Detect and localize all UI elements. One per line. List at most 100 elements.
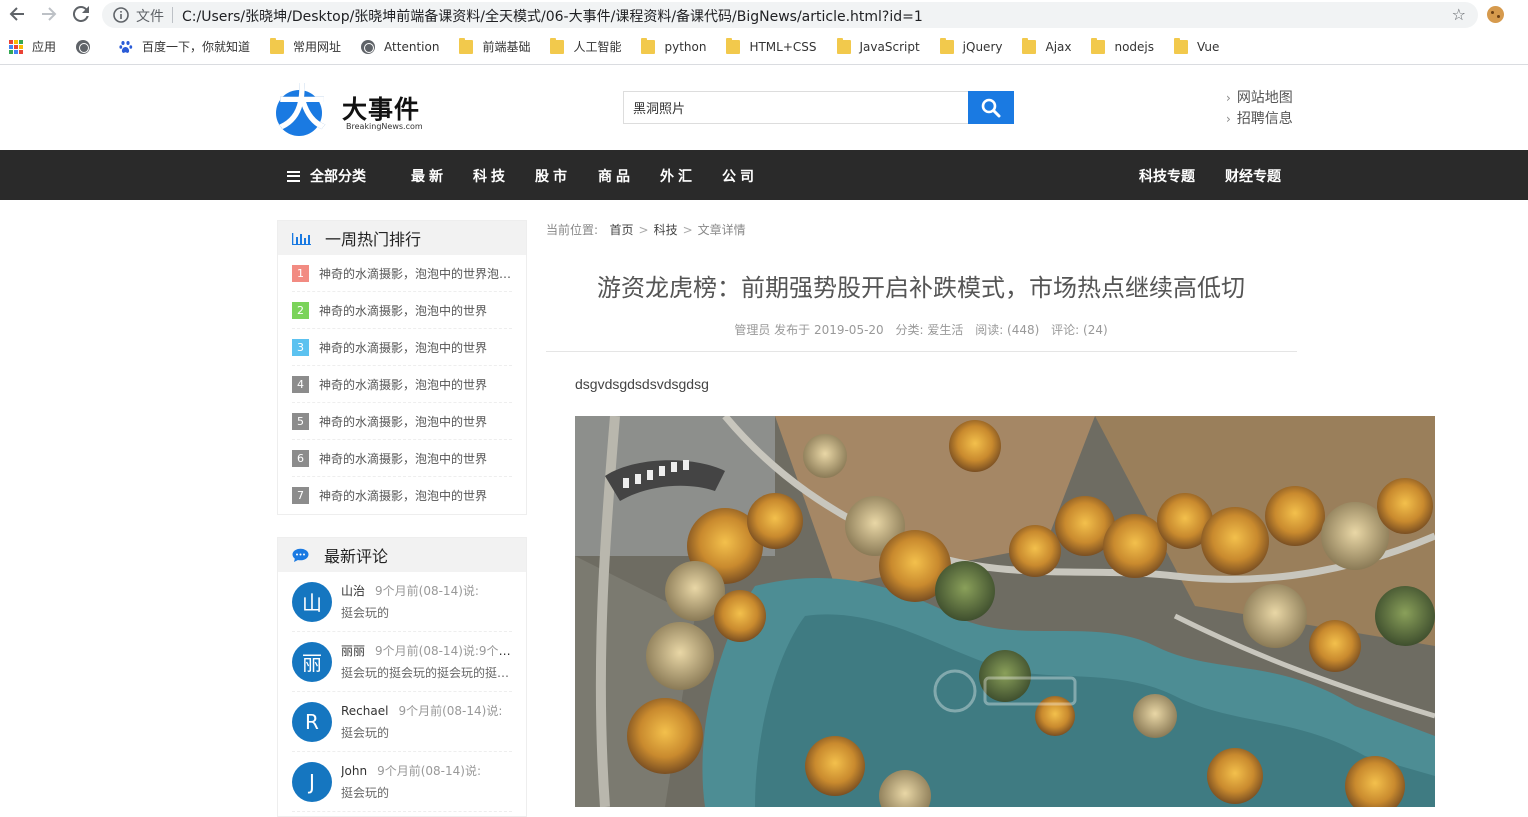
hot-ranking-item[interactable]: 1 神奇的水滴摄影，泡泡中的世界泡泡中的世界	[292, 255, 512, 292]
bookmark-star-icon[interactable]: ☆	[1452, 5, 1466, 24]
bookmark-12[interactable]: nodejs	[1091, 37, 1154, 54]
globe-icon	[76, 39, 91, 54]
bookmark-7[interactable]: python	[641, 37, 706, 54]
nav-item-company[interactable]: 公司	[722, 166, 758, 186]
comment-text: 挺会玩的	[341, 726, 390, 740]
folder-icon	[726, 37, 741, 54]
rank-number-badge: 6	[292, 449, 309, 467]
comment-item[interactable]: R Rechael 9个月前(08-14)说: 挺会玩的	[292, 692, 512, 752]
hot-ranking-link[interactable]: 神奇的水滴摄影，泡泡中的世界	[319, 302, 487, 319]
hot-ranking-item[interactable]: 6 神奇的水滴摄影，泡泡中的世界	[292, 440, 512, 477]
avatar[interactable]: 山	[292, 581, 332, 622]
reload-icon[interactable]	[70, 3, 92, 25]
bookmark-5[interactable]: 前端基础	[459, 37, 531, 55]
rank-number-badge: 3	[292, 338, 309, 356]
header-links: › 网站地图 › 招聘信息	[1226, 88, 1293, 130]
hot-ranking-link[interactable]: 神奇的水滴摄影，泡泡中的世界泡泡中的世界	[319, 265, 512, 282]
comment-body: John 9个月前(08-14)说: 挺会玩的	[341, 762, 511, 801]
hot-ranking-item[interactable]: 4 神奇的水滴摄影，泡泡中的世界	[292, 366, 512, 403]
search-input[interactable]	[624, 92, 969, 123]
hot-ranking-item[interactable]: 5 神奇的水滴摄影，泡泡中的世界	[292, 403, 512, 440]
bookmark-3[interactable]: 常用网址	[270, 37, 342, 55]
back-arrow-icon[interactable]	[6, 3, 28, 25]
rank-number-badge: 5	[292, 412, 309, 430]
hot-ranking-link[interactable]: 神奇的水滴摄影，泡泡中的世界	[319, 376, 487, 393]
hot-ranking-link[interactable]: 神奇的水滴摄影，泡泡中的世界	[319, 413, 487, 430]
chevron-right-icon: ›	[1226, 91, 1231, 105]
commenter-name[interactable]: Rechael	[341, 704, 388, 718]
bookmark-0[interactable]: 应用	[9, 38, 56, 55]
hot-ranking-link[interactable]: 神奇的水滴摄影，泡泡中的世界	[319, 487, 487, 504]
breadcrumb-home[interactable]: 首页	[610, 223, 634, 237]
hot-ranking-list: 1 神奇的水滴摄影，泡泡中的世界泡泡中的世界 2 神奇的水滴摄影，泡泡中的世界 3 神奇的…	[278, 255, 526, 514]
hot-ranking-item[interactable]: 3 神奇的水滴摄影，泡泡中的世界	[292, 329, 512, 366]
latest-comments-header: 最新评论	[278, 538, 526, 572]
rank-number-badge: 7	[292, 487, 309, 504]
bookmark-6[interactable]: 人工智能	[550, 37, 621, 55]
bookmark-2[interactable]: 百度一下，你就知道	[119, 38, 250, 55]
address-bar[interactable]: 文件 C:/Users/张晓坤/Desktop/张晓坤前端备课资料/全天模式/0…	[102, 2, 1478, 28]
nav-item-commodities[interactable]: 商品	[598, 166, 634, 186]
search-button[interactable]	[968, 91, 1014, 124]
article-meta: 管理员 发布于 2019-05-20 分类: 爱生活 阅读: (448) 评论:…	[546, 321, 1296, 338]
bookmark-11[interactable]: Ajax	[1022, 37, 1072, 54]
bookmark-13[interactable]: Vue	[1174, 37, 1219, 54]
site-logo[interactable]: 大 大事件 BreakingNews.com	[276, 76, 436, 138]
article-comment-count: 评论: (24)	[1051, 323, 1108, 337]
folder-icon	[1022, 37, 1037, 54]
hot-ranking-link[interactable]: 神奇的水滴摄影，泡泡中的世界	[319, 339, 487, 356]
bookmark-1[interactable]	[76, 39, 99, 54]
comment-time: 9个月前(08-14)说:	[375, 584, 479, 598]
hot-ranking-item[interactable]: 7 神奇的水滴摄影，泡泡中的世界	[292, 477, 512, 514]
main-nav: 全部分类 最新 科技 股市 商品 外汇 公司 科技专题 财经专题	[0, 150, 1528, 200]
comment-header: John 9个月前(08-14)说:	[341, 762, 511, 779]
nav-item-tech[interactable]: 科技	[473, 166, 509, 186]
folder-icon	[1174, 37, 1189, 54]
jobs-link[interactable]: › 招聘信息	[1226, 109, 1293, 130]
comment-list: 山山治 9个月前(08-14)说: 挺会玩的 丽丽丽 9个月前(08-14)说:9个月前…	[278, 572, 526, 812]
nav-all-categories[interactable]: 全部分类	[287, 166, 366, 186]
forward-arrow-icon[interactable]	[38, 3, 60, 25]
cookie-extension-icon[interactable]	[1487, 6, 1504, 23]
comment-item[interactable]: 丽丽丽 9个月前(08-14)说:9个月前挺会玩的挺会玩的挺会玩的挺会玩的	[292, 632, 512, 692]
bookmark-4[interactable]: Attention	[361, 39, 439, 54]
folder-icon	[550, 37, 565, 54]
bookmark-label: Ajax	[1045, 39, 1072, 54]
browser-toolbar: 文件 C:/Users/张晓坤/Desktop/张晓坤前端备课资料/全天模式/0…	[0, 0, 1528, 30]
commenter-name[interactable]: John	[341, 764, 367, 778]
folder-icon	[1091, 37, 1106, 54]
commenter-name[interactable]: 山治	[341, 584, 365, 598]
bookmark-label: 常用网址	[293, 40, 342, 54]
avatar[interactable]: R	[292, 701, 332, 742]
nav-item-stocks[interactable]: 股市	[535, 166, 571, 186]
info-icon[interactable]	[112, 6, 130, 24]
aerial-park-photo	[575, 416, 1435, 807]
comment-item[interactable]: J John 9个月前(08-14)说: 挺会玩的	[292, 752, 512, 812]
bookmark-9[interactable]: JavaScript	[836, 37, 920, 54]
site-map-link[interactable]: › 网站地图	[1226, 88, 1293, 109]
folder-icon	[459, 37, 474, 54]
avatar[interactable]: 丽	[292, 641, 332, 682]
hot-ranking-item[interactable]: 2 神奇的水滴摄影，泡泡中的世界	[292, 292, 512, 329]
chrome-divider	[0, 64, 1528, 65]
hot-ranking-header: 一周热门排行	[278, 221, 526, 255]
bookmarks-bar: 应用 百度一下，你就知道 常用网址 Attention 前端基础 人工智能 python HT…	[0, 33, 1528, 60]
nav-item-latest[interactable]: 最新	[411, 166, 447, 186]
bookmark-10[interactable]: jQuery	[939, 37, 1002, 54]
search-icon	[981, 98, 1001, 117]
bookmark-8[interactable]: HTML+CSS	[726, 37, 817, 54]
breadcrumb-tech[interactable]: 科技	[654, 223, 678, 237]
nav-item-forex[interactable]: 外汇	[660, 166, 696, 186]
url-text[interactable]: C:/Users/张晓坤/Desktop/张晓坤前端备课资料/全天模式/06-大…	[182, 6, 923, 26]
comment-item[interactable]: 山山治 9个月前(08-14)说: 挺会玩的	[292, 572, 512, 632]
folder-icon	[270, 37, 285, 54]
commenter-name[interactable]: 丽丽	[341, 644, 365, 658]
bookmark-label: 前端基础	[482, 40, 531, 54]
avatar[interactable]: J	[292, 761, 332, 802]
nav-all-label: 全部分类	[310, 169, 366, 185]
nav-tech-topic[interactable]: 科技专题	[1139, 166, 1195, 186]
comment-header: 山治 9个月前(08-14)说:	[341, 582, 511, 599]
nav-finance-topic[interactable]: 财经专题	[1225, 166, 1281, 186]
hot-ranking-link[interactable]: 神奇的水滴摄影，泡泡中的世界	[319, 450, 487, 467]
article-category[interactable]: 分类: 爱生活	[896, 323, 964, 337]
